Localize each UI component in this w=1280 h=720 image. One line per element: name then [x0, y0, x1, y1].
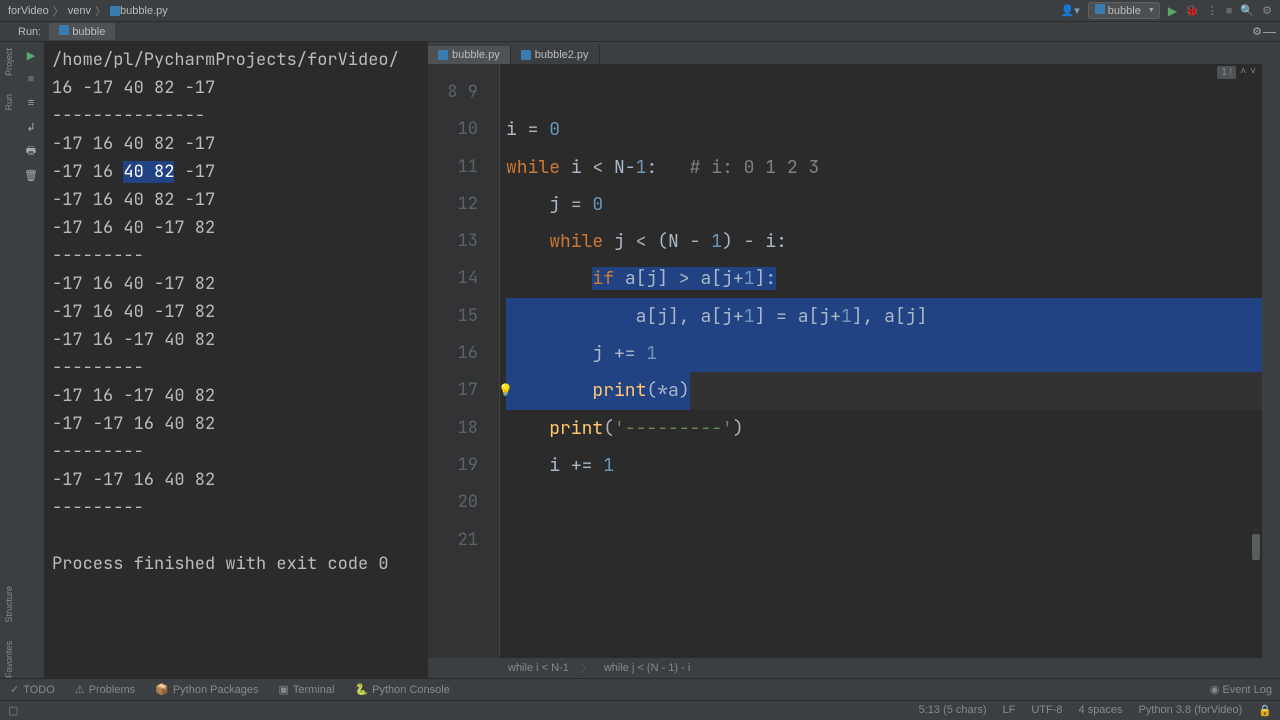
gutter[interactable]: 8 9 10 11 12 13 14 15 16 17 18 19 20 21 — [428, 64, 488, 658]
stop-icon[interactable]: ■ — [24, 72, 38, 86]
right-tool-strip — [1262, 42, 1280, 678]
run-settings-icon[interactable]: ⚙ — [1252, 25, 1262, 38]
python-file-icon — [1095, 4, 1105, 14]
interpreter[interactable]: Python 3.8 (forVideo) — [1139, 704, 1243, 717]
delete-icon[interactable]: 🗑 — [24, 168, 38, 182]
navigation-bar: forVideo 〉 venv 〉 bubble.py 👤▾ bubble ▶ … — [0, 0, 1280, 22]
run-config-dropdown[interactable]: bubble — [1088, 2, 1160, 19]
python-file-icon — [110, 6, 120, 16]
run-panel-header: Run: bubble ⚙ — — [0, 22, 1280, 42]
crumb-while-outer[interactable]: while i < N-1 — [508, 662, 569, 674]
more-run-icon[interactable]: ⋮ — [1207, 4, 1218, 17]
run-panel: ▶ ■ ≡ ↲ 🖶 🗑 /home/pl/PycharmProjects/for… — [18, 42, 428, 678]
debug-button[interactable]: 🐞 — [1185, 4, 1199, 17]
scrollbar[interactable] — [1250, 64, 1262, 658]
run-hide-icon[interactable]: — — [1263, 24, 1276, 39]
search-icon[interactable]: 🔍 — [1240, 4, 1254, 17]
editor-tabs: bubble.py bubble2.py — [428, 42, 1262, 64]
fold-strip[interactable] — [488, 64, 500, 658]
project-tool[interactable]: Project — [4, 48, 14, 76]
run-tab[interactable]: bubble — [49, 23, 115, 40]
bottom-tool-bar: ✓ TODO ⚠ Problems 📦 Python Packages ▣ Te… — [0, 678, 1280, 700]
print-icon[interactable]: 🖶 — [24, 144, 38, 158]
favorites-tool[interactable]: Favorites — [4, 641, 14, 678]
rerun-icon[interactable]: ▶ — [24, 48, 38, 62]
left-tool-strip: Project Run Structure Favorites — [0, 42, 18, 678]
indent[interactable]: 4 spaces — [1079, 704, 1123, 717]
python-file-icon — [59, 25, 69, 35]
terminal-tab[interactable]: ▣ Terminal — [268, 683, 344, 696]
editor: bubble.py bubble2.py 1 ! ˄ ˅ 8 9 10 11 1… — [428, 42, 1262, 678]
python-file-icon — [521, 50, 531, 60]
caret-position[interactable]: 5:13 (5 chars) — [919, 704, 987, 717]
crumb-while-inner[interactable]: while j < (N - 1) - i — [604, 662, 691, 674]
run-tool[interactable]: Run — [4, 94, 14, 111]
crumb-project[interactable]: forVideo — [8, 5, 49, 17]
stop-button[interactable]: ■ — [1226, 5, 1233, 17]
lock-icon[interactable]: 🔒 — [1258, 704, 1272, 717]
soft-wrap-icon[interactable]: ↲ — [24, 120, 38, 134]
settings-icon[interactable]: ⚙ — [1262, 4, 1272, 17]
structure-tool[interactable]: Structure — [4, 586, 14, 623]
layout-icon[interactable]: ≡ — [24, 96, 38, 110]
encoding[interactable]: UTF-8 — [1031, 704, 1062, 717]
code-area[interactable]: i = 0while i < N-1: # i: 0 1 2 3 j = 0 w… — [500, 64, 1262, 658]
window-toggle-icon[interactable]: ▢ — [8, 704, 18, 717]
editor-breadcrumbs: while i < N-1 〉 while j < (N - 1) - i — [428, 658, 1262, 678]
tab-bubble[interactable]: bubble.py — [428, 46, 511, 64]
run-label: Run: — [18, 26, 41, 38]
python-console-tab[interactable]: 🐍 Python Console — [344, 683, 459, 696]
problems-tab[interactable]: ⚠ Problems — [65, 683, 145, 696]
run-output[interactable]: /home/pl/PycharmProjects/forVideo/ 16 -1… — [44, 42, 428, 678]
todo-tab[interactable]: ✓ TODO — [0, 683, 65, 696]
user-icon[interactable]: 👤▾ — [1061, 4, 1080, 17]
run-button[interactable]: ▶ — [1168, 4, 1177, 18]
editor-body[interactable]: 1 ! ˄ ˅ 8 9 10 11 12 13 14 15 16 17 18 1… — [428, 64, 1262, 658]
line-sep[interactable]: LF — [1003, 704, 1016, 717]
status-bar: ▢ 5:13 (5 chars) LF UTF-8 4 spaces Pytho… — [0, 700, 1280, 720]
run-toolbar: ▶ ■ ≡ ↲ 🖶 🗑 — [18, 42, 44, 678]
crumb-venv[interactable]: venv — [68, 5, 91, 17]
crumb-file[interactable]: bubble.py — [120, 5, 168, 17]
python-packages-tab[interactable]: 📦 Python Packages — [145, 683, 268, 696]
tab-bubble2[interactable]: bubble2.py — [511, 46, 600, 64]
python-file-icon — [438, 50, 448, 60]
event-log[interactable]: ◉ Event Log — [1210, 683, 1272, 696]
